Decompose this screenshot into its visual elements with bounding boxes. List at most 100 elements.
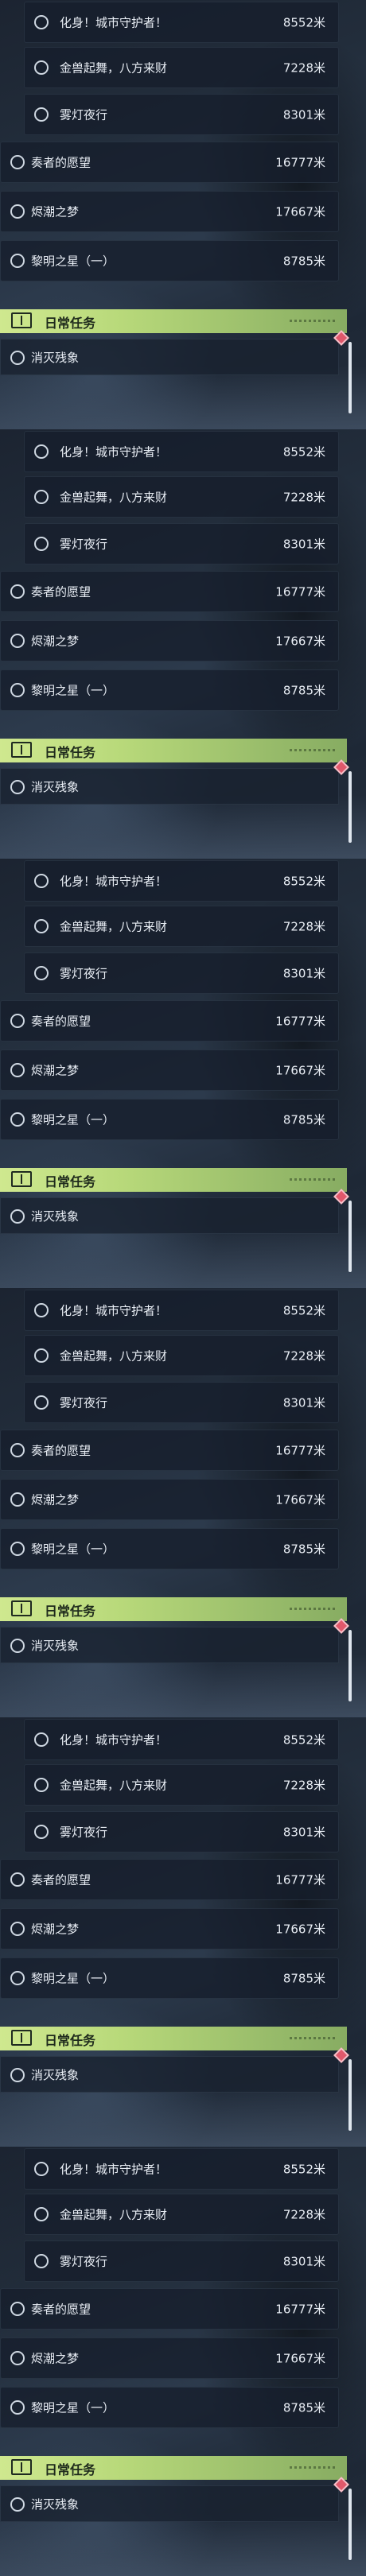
daily-section-header[interactable]: 日常任务 — [0, 2456, 347, 2480]
scrollbar[interactable] — [348, 1201, 352, 1272]
quest-row[interactable]: 奏者的愿望 16777米 — [0, 571, 339, 612]
daily-task-row[interactable]: 消灭残象 — [0, 2056, 339, 2093]
radio-circle-icon — [34, 107, 49, 122]
scrollbar[interactable] — [348, 771, 352, 843]
quest-name: 奏者的愿望 — [31, 1443, 92, 1458]
quest-row[interactable]: 金兽起舞，八方来财 7228米 — [24, 1764, 339, 1806]
quest-distance: 8301米 — [282, 2254, 325, 2269]
quest-name: 烬潮之梦 — [31, 2351, 80, 2366]
quest-row[interactable]: 金兽起舞，八方来财 7228米 — [24, 906, 339, 947]
quest-row[interactable]: 烬潮之梦 17667米 — [0, 1908, 339, 1949]
radio-circle-icon — [34, 15, 49, 29]
quest-distance: 8552米 — [282, 1303, 325, 1318]
radio-circle-icon — [10, 1443, 25, 1457]
book-icon — [11, 1171, 32, 1187]
quest-row[interactable]: 雾灯夜行 8301米 — [24, 1811, 339, 1852]
quest-distance: 7228米 — [282, 919, 325, 934]
quest-name: 黎明之星（一） — [31, 254, 115, 269]
quest-distance: 8301米 — [282, 1825, 325, 1840]
daily-section-header[interactable]: 日常任务 — [0, 739, 347, 762]
quest-distance: 7228米 — [282, 490, 325, 505]
quest-row[interactable]: 化身！城市守护者！ 8552米 — [24, 431, 339, 472]
scrollbar[interactable] — [348, 342, 352, 413]
daily-task-name: 消灭残象 — [31, 2068, 80, 2082]
daily-task-row[interactable]: 消灭残象 — [0, 768, 339, 805]
quest-row[interactable]: 黎明之星（一） 8785米 — [0, 669, 339, 711]
quest-distance: 8301米 — [282, 537, 325, 552]
quest-row[interactable]: 化身！城市守护者！ 8552米 — [24, 2148, 339, 2190]
quest-distance: 7228米 — [282, 1778, 325, 1793]
quest-distance: 16777米 — [275, 155, 325, 170]
quest-panel: 化身！城市守护者！ 8552米 金兽起舞，八方来财 7228米 雾灯夜行 8301米奏者的… — [0, 2147, 366, 2576]
quest-row[interactable]: 雾灯夜行 8301米 — [24, 1382, 339, 1423]
quest-row[interactable]: 化身！城市守护者！ 8552米 — [24, 2, 339, 43]
daily-task-name: 消灭残象 — [31, 780, 80, 794]
quest-distance: 16777米 — [275, 1443, 325, 1458]
quest-row[interactable]: 金兽起舞，八方来财 7228米 — [24, 2194, 339, 2235]
quest-name: 金兽起舞，八方来财 — [60, 2207, 168, 2222]
quest-name: 烬潮之梦 — [31, 1063, 80, 1078]
daily-task-row[interactable]: 消灭残象 — [0, 1627, 339, 1663]
quest-name: 奏者的愿望 — [31, 155, 92, 170]
quest-row[interactable]: 金兽起舞，八方来财 7228米 — [24, 476, 339, 518]
header-decoration — [290, 2466, 337, 2469]
daily-task-row[interactable]: 消灭残象 — [0, 339, 339, 375]
radio-circle-icon — [10, 2068, 25, 2082]
quest-row[interactable]: 雾灯夜行 8301米 — [24, 952, 339, 994]
daily-section-header[interactable]: 日常任务 — [0, 1168, 347, 1192]
quest-row[interactable]: 黎明之星（一） 8785米 — [0, 2387, 339, 2428]
radio-circle-icon — [34, 2254, 49, 2268]
quest-row[interactable]: 烬潮之梦 17667米 — [0, 1049, 339, 1091]
daily-task-row[interactable]: 消灭残象 — [0, 1197, 339, 1234]
quest-name: 烬潮之梦 — [31, 634, 80, 649]
quest-row[interactable]: 奏者的愿望 16777米 — [0, 2288, 339, 2330]
quest-row[interactable]: 奏者的愿望 16777米 — [0, 1859, 339, 1900]
header-decoration — [290, 749, 337, 751]
quest-distance: 8785米 — [282, 1542, 325, 1557]
quest-distance: 8552米 — [282, 444, 325, 460]
radio-circle-icon — [10, 1922, 25, 1936]
quest-row[interactable]: 奏者的愿望 16777米 — [0, 1000, 339, 1042]
quest-row[interactable]: 金兽起舞，八方来财 7228米 — [24, 47, 339, 88]
quest-row[interactable]: 黎明之星（一） 8785米 — [0, 1528, 339, 1569]
quest-row[interactable]: 化身！城市守护者！ 8552米 — [24, 1719, 339, 1760]
quest-row[interactable]: 烬潮之梦 17667米 — [0, 2337, 339, 2379]
book-icon — [11, 1600, 32, 1616]
daily-task-name: 消灭残象 — [31, 1209, 80, 1224]
quest-name: 雾灯夜行 — [60, 1825, 108, 1840]
quest-distance: 17667米 — [275, 2351, 325, 2366]
scrollbar[interactable] — [348, 1630, 352, 1701]
quest-distance: 8301米 — [282, 966, 325, 981]
quest-row[interactable]: 金兽起舞，八方来财 7228米 — [24, 1335, 339, 1376]
quest-row[interactable]: 烬潮之梦 17667米 — [0, 191, 339, 232]
quest-name: 奏者的愿望 — [31, 2302, 92, 2317]
quest-row[interactable]: 黎明之星（一） 8785米 — [0, 1957, 339, 1999]
quest-distance: 16777米 — [275, 2302, 325, 2317]
quest-distance: 8552米 — [282, 874, 325, 889]
scrollbar[interactable] — [348, 2489, 352, 2560]
daily-section-header[interactable]: 日常任务 — [0, 2027, 347, 2050]
quest-row[interactable]: 黎明之星（一） 8785米 — [0, 1099, 339, 1140]
quest-row[interactable]: 黎明之星（一） 8785米 — [0, 240, 339, 281]
daily-section-header[interactable]: 日常任务 — [0, 309, 347, 333]
quest-row[interactable]: 化身！城市守护者！ 8552米 — [24, 860, 339, 902]
quest-name: 奏者的愿望 — [31, 584, 92, 599]
quest-row[interactable]: 烬潮之梦 17667米 — [0, 620, 339, 661]
quest-row[interactable]: 奏者的愿望 16777米 — [0, 1430, 339, 1471]
scrollbar[interactable] — [348, 2059, 352, 2131]
quest-row[interactable]: 烬潮之梦 17667米 — [0, 1479, 339, 1520]
quest-row[interactable]: 雾灯夜行 8301米 — [24, 523, 339, 564]
quest-row[interactable]: 奏者的愿望 16777米 — [0, 142, 339, 183]
radio-circle-icon — [34, 874, 49, 888]
quest-name: 化身！城市守护者！ — [60, 874, 168, 889]
daily-section-header[interactable]: 日常任务 — [0, 1597, 347, 1621]
daily-task-row[interactable]: 消灭残象 — [0, 2485, 339, 2522]
quest-distance: 8552米 — [282, 1732, 325, 1748]
quest-row[interactable]: 雾灯夜行 8301米 — [24, 94, 339, 135]
quest-distance: 17667米 — [275, 634, 325, 649]
quest-row[interactable]: 化身！城市守护者！ 8552米 — [24, 1290, 339, 1331]
quest-distance: 8785米 — [282, 2400, 325, 2415]
quest-row[interactable]: 雾灯夜行 8301米 — [24, 2240, 339, 2282]
daily-section-title: 日常任务 — [45, 1174, 96, 1189]
book-icon — [11, 2459, 32, 2475]
